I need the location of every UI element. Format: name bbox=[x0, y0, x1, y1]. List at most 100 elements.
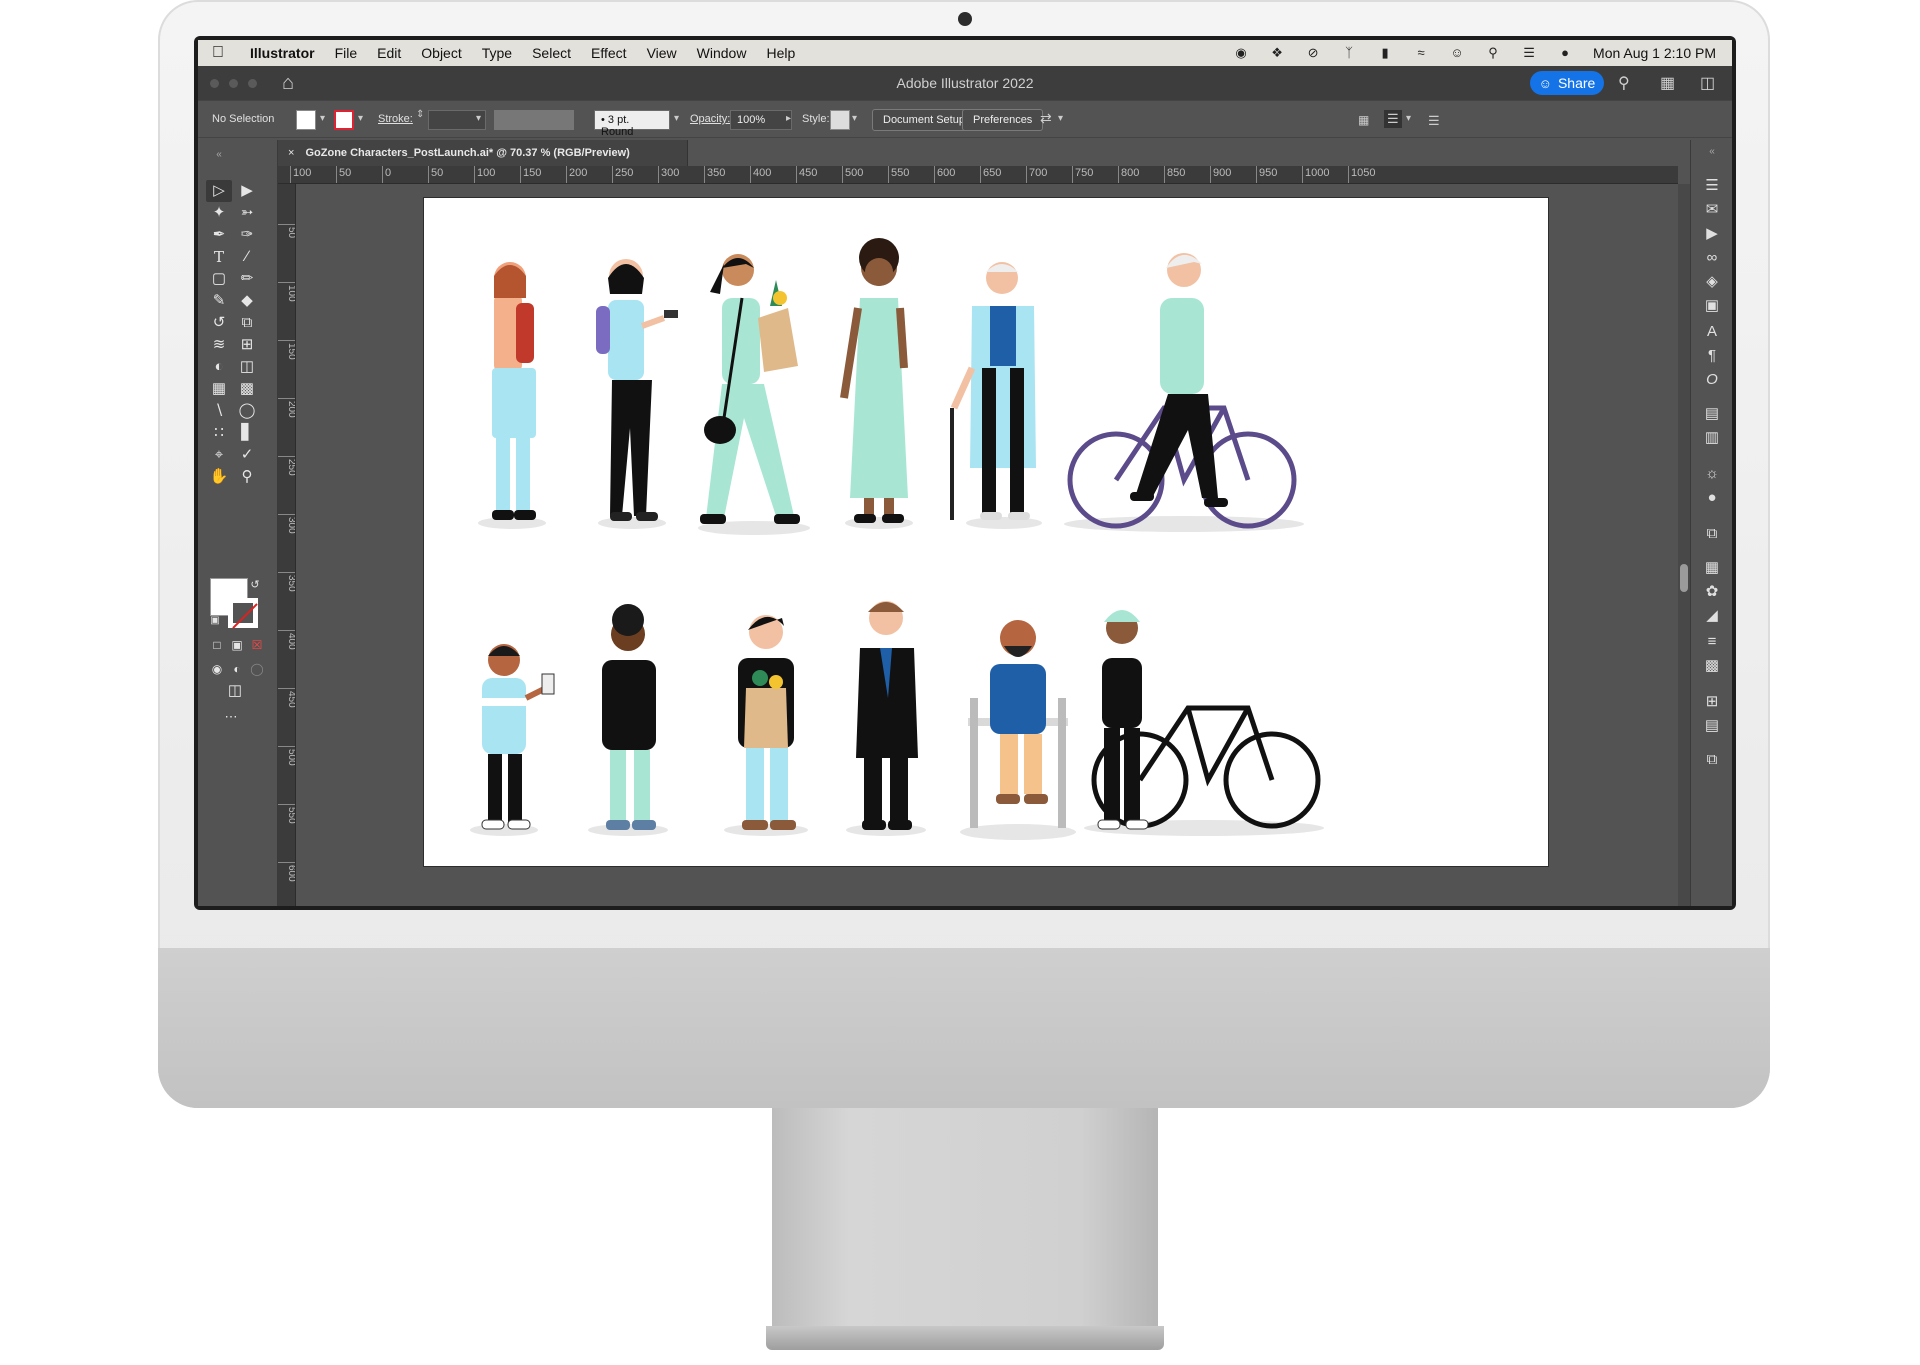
curvature-icon[interactable]: ✑ bbox=[234, 224, 260, 246]
character-man-with-groceries[interactable] bbox=[724, 615, 808, 836]
rotate-icon[interactable]: ↺ bbox=[206, 312, 232, 334]
paragraph-styles-icon[interactable]: ▥ bbox=[1702, 428, 1722, 448]
menu-edit[interactable]: Edit bbox=[367, 45, 411, 61]
color-guide-icon[interactable]: ◢ bbox=[1702, 606, 1722, 626]
paintbrush-icon[interactable]: ✏ bbox=[234, 268, 260, 290]
stroke-weight-dropdown-icon[interactable]: ▾ bbox=[476, 113, 481, 124]
creative-cloud-icon[interactable]: ◉ bbox=[1233, 46, 1249, 60]
column-graph-icon[interactable]: ▋ bbox=[234, 422, 260, 444]
opacity-field[interactable]: 100% bbox=[730, 110, 792, 130]
siri-icon[interactable]: ● bbox=[1557, 46, 1573, 60]
perspective-icon[interactable]: ◫ bbox=[234, 356, 260, 378]
mesh-icon[interactable]: ▦ bbox=[206, 378, 232, 400]
pen-tool-icon[interactable]: ✒ bbox=[206, 224, 232, 246]
pathfinder-icon[interactable]: ⧉ bbox=[1702, 750, 1722, 770]
menu-effect[interactable]: Effect bbox=[581, 45, 637, 61]
share-button[interactable]: ☺ Share bbox=[1530, 71, 1604, 95]
apple-icon[interactable]:  bbox=[198, 44, 238, 62]
draw-inside-icon[interactable]: ◯ bbox=[244, 658, 270, 680]
character-styles-icon[interactable]: ▤ bbox=[1702, 404, 1722, 424]
gradient-panel-icon[interactable]: ▩ bbox=[1702, 656, 1722, 676]
appearance-icon[interactable]: ☼ bbox=[1702, 464, 1722, 484]
document-setup-button[interactable]: Document Setup bbox=[872, 109, 976, 131]
panel-toggle-icon[interactable]: ◫ bbox=[1700, 73, 1715, 93]
type-tool-icon[interactable]: T bbox=[206, 246, 232, 268]
menu-object[interactable]: Object bbox=[411, 45, 471, 61]
layers-icon[interactable]: ◈ bbox=[1702, 272, 1722, 292]
workspace-switcher-icon[interactable]: ▦ bbox=[1660, 73, 1675, 93]
rectangle-tool-icon[interactable]: ▢ bbox=[206, 268, 232, 290]
direct-selection-tool-icon[interactable]: ▶ bbox=[234, 180, 260, 202]
screen-mode-icon[interactable]: ◫ bbox=[222, 680, 248, 702]
magic-wand-icon[interactable]: ✦ bbox=[206, 202, 232, 224]
default-fill-stroke-icon[interactable]: ▣ bbox=[202, 610, 228, 632]
vertical-ruler[interactable]: 50 100 150 200 250 300 350 400 450 500 5… bbox=[278, 184, 296, 906]
opacity-label[interactable]: Opacity: bbox=[690, 113, 730, 125]
character-man-in-wheelchair[interactable] bbox=[960, 620, 1076, 840]
control-panel-menu-icon[interactable]: ☰ bbox=[1428, 113, 1440, 129]
stroke-icon[interactable]: ≡ bbox=[1702, 632, 1722, 652]
character-girl-with-backpack[interactable] bbox=[478, 262, 546, 529]
stroke-swatch[interactable] bbox=[334, 110, 354, 130]
horizontal-ruler[interactable]: 100 50 0 50 100 150 200 250 300 350 400 … bbox=[278, 166, 1678, 184]
swatches-icon[interactable]: ▦ bbox=[1702, 558, 1722, 578]
align-icon[interactable]: ▤ bbox=[1702, 716, 1722, 736]
menu-select[interactable]: Select bbox=[522, 45, 581, 61]
character-woman-with-phone[interactable] bbox=[596, 259, 678, 529]
user-icon[interactable]: ☺ bbox=[1449, 46, 1465, 60]
color-icon[interactable]: ✿ bbox=[1702, 582, 1722, 602]
menu-help[interactable]: Help bbox=[756, 45, 805, 61]
menubar-clock[interactable]: Mon Aug 1 2:10 PM bbox=[1593, 45, 1716, 61]
expand-panels-icon[interactable]: « bbox=[1702, 142, 1722, 162]
none-mode-icon[interactable]: ☒ bbox=[244, 634, 270, 656]
libraries-icon[interactable]: ▣ bbox=[1702, 296, 1722, 316]
graphic-style-swatch[interactable] bbox=[830, 110, 850, 130]
stroke-color-box[interactable] bbox=[228, 598, 258, 628]
symbol-sprayer-icon[interactable]: ∷ bbox=[206, 422, 232, 444]
fill-dropdown-icon[interactable]: ▾ bbox=[320, 113, 325, 124]
artboard[interactable] bbox=[424, 198, 1548, 866]
links-icon[interactable]: ∞ bbox=[1702, 248, 1722, 268]
variable-width-profile[interactable] bbox=[494, 110, 574, 130]
selection-tool-icon[interactable]: ▷ bbox=[206, 180, 232, 202]
character-elderly-man-with-cane[interactable] bbox=[950, 262, 1042, 529]
transform-dropdown-icon[interactable]: ▾ bbox=[1406, 113, 1411, 124]
artboard-tool-icon[interactable]: ⌖ bbox=[206, 444, 232, 466]
swap-fill-stroke-icon[interactable]: ↺ bbox=[242, 574, 268, 596]
transform-options-icon[interactable]: ☰ bbox=[1384, 110, 1402, 128]
transparency-icon[interactable]: ⧉ bbox=[1702, 524, 1722, 544]
brush-dropdown-icon[interactable]: ▾ bbox=[674, 113, 679, 124]
battery-icon[interactable]: ▮ bbox=[1377, 46, 1393, 60]
document-tab[interactable]: × GoZone Characters_PostLaunch.ai* @ 70.… bbox=[278, 140, 688, 166]
bluetooth-icon[interactable]: ᛉ bbox=[1341, 46, 1357, 60]
stroke-stepper-icon[interactable]: ⇕ bbox=[416, 109, 424, 120]
warp-icon[interactable]: ≋ bbox=[206, 334, 232, 356]
character-woman-with-bicycle[interactable] bbox=[1084, 610, 1324, 836]
menu-type[interactable]: Type bbox=[472, 45, 522, 61]
graphic-styles-icon[interactable]: ● bbox=[1702, 488, 1722, 508]
character-woman-in-dress[interactable] bbox=[840, 238, 913, 529]
edit-toolbar-icon[interactable]: ⋯ bbox=[218, 706, 244, 728]
stroke-swatch-dropdown-icon[interactable]: ▾ bbox=[358, 113, 363, 124]
eyedropper-icon[interactable]: ∖ bbox=[206, 400, 232, 422]
opacity-arrow-icon[interactable]: ▸ bbox=[786, 113, 791, 124]
free-transform-icon[interactable]: ⊞ bbox=[234, 334, 260, 356]
scale-icon[interactable]: ⧉ bbox=[234, 312, 260, 334]
gradient-icon[interactable]: ▩ bbox=[234, 378, 260, 400]
character-businessman-on-phone[interactable] bbox=[846, 601, 926, 836]
line-tool-icon[interactable]: ∕ bbox=[234, 246, 260, 268]
opentype-icon[interactable]: O bbox=[1702, 370, 1722, 390]
menu-window[interactable]: Window bbox=[687, 45, 757, 61]
properties-icon[interactable]: ☰ bbox=[1702, 176, 1722, 196]
stroke-label[interactable]: Stroke: bbox=[378, 113, 413, 125]
shaper-icon[interactable]: ✎ bbox=[206, 290, 232, 312]
search-icon[interactable]: ⚲ bbox=[1618, 73, 1630, 93]
character-young-man-with-bag[interactable] bbox=[588, 604, 668, 836]
blend-icon[interactable]: ◯ bbox=[234, 400, 260, 422]
actions-icon[interactable]: ▶ bbox=[1702, 224, 1722, 244]
arrange-documents-icon[interactable]: ⇄ bbox=[1040, 110, 1052, 127]
collapse-toolbar-icon[interactable]: « bbox=[206, 144, 232, 166]
menu-file[interactable]: File bbox=[325, 45, 368, 61]
wifi-icon[interactable]: ≈ bbox=[1413, 46, 1429, 60]
paragraph-icon[interactable]: ¶ bbox=[1702, 346, 1722, 366]
